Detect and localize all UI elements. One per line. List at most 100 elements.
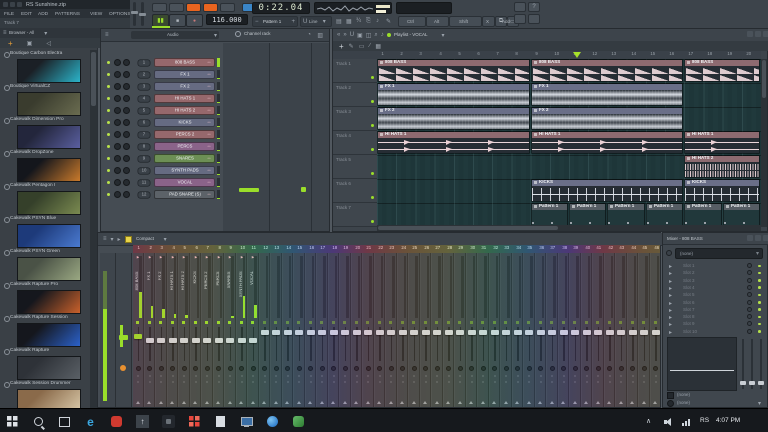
mixer-strip[interactable]: [432, 253, 443, 407]
strip-collapse-icon[interactable]: [216, 401, 220, 404]
channel-led[interactable]: [107, 61, 110, 64]
plugin-thumbnail[interactable]: [17, 92, 81, 116]
volume-knob[interactable]: [123, 95, 130, 102]
pan-knob[interactable]: [412, 366, 417, 371]
slot-enable-led[interactable]: [758, 316, 761, 319]
fx-slot[interactable]: ▸Slot 6: [663, 300, 767, 307]
pan-knob[interactable]: [262, 366, 267, 371]
fader-handle[interactable]: [387, 330, 395, 335]
fader-handle[interactable]: [157, 338, 165, 343]
fader-handle[interactable]: [594, 330, 602, 335]
fader-handle[interactable]: [261, 330, 269, 335]
strip-collapse-icon[interactable]: [435, 401, 439, 404]
playlist-clip[interactable]: HI HATS 1: [377, 131, 530, 154]
eq-band2-fader[interactable]: [751, 339, 753, 389]
strip-enable-led[interactable]: [539, 321, 542, 324]
playlist-hscrollbar[interactable]: [377, 225, 761, 231]
mixer-strip[interactable]: [352, 253, 363, 407]
mix-level-knob[interactable]: [666, 250, 672, 256]
mixer-strip[interactable]: [478, 253, 489, 407]
pan-knob[interactable]: [423, 366, 428, 371]
slot-mix-knob[interactable]: [747, 292, 752, 297]
pan-knob[interactable]: [205, 366, 210, 371]
slot-label[interactable]: Slot 8: [683, 315, 695, 320]
fader-handle[interactable]: [560, 330, 568, 335]
browser-item[interactable]: Boutique VirtualCZ: [0, 83, 90, 116]
browser-item-label[interactable]: Cakewalk Session Drummer: [10, 381, 71, 387]
start-icon[interactable]: [6, 415, 19, 428]
mixer-menu-icon[interactable]: ≡: [103, 236, 107, 242]
strip-enable-led[interactable]: [527, 321, 530, 324]
browser-title[interactable]: Browser - All: [9, 31, 34, 36]
slot-enable-led[interactable]: [758, 308, 761, 311]
pan-knob[interactable]: [170, 366, 175, 371]
slot-label[interactable]: Slot 5: [683, 293, 695, 298]
channel-button[interactable]: FX 2↔: [154, 82, 215, 91]
slot-mix-knob[interactable]: [747, 307, 752, 312]
playlist-clip[interactable]: 808 BASS: [377, 59, 530, 82]
plugin-thumbnail[interactable]: [17, 257, 81, 281]
fader-handle[interactable]: [640, 330, 648, 335]
browser-item[interactable]: Cakewalk PSYN Blue: [0, 215, 90, 248]
channel-number[interactable]: 2: [138, 71, 151, 78]
pan-knob[interactable]: [136, 366, 141, 371]
strip-collapse-icon[interactable]: [308, 401, 312, 404]
mixer-route-icon[interactable]: ▸: [118, 236, 121, 243]
slot-enable-led[interactable]: [758, 323, 761, 326]
channel-led[interactable]: [107, 193, 110, 196]
strip-enable-led[interactable]: [297, 321, 300, 324]
slide-icon[interactable]: ▣: [357, 32, 363, 39]
playlist-grid[interactable]: 808 BASS808 BASS808 BASSFX 1FX 1FX 2FX 2…: [377, 59, 761, 227]
track-header[interactable]: Track 5: [333, 155, 377, 179]
pan-knob[interactable]: [481, 366, 486, 371]
tool-icon-2[interactable]: ¾: [356, 18, 361, 24]
strip-enable-led[interactable]: [355, 321, 358, 324]
strip-enable-led[interactable]: [504, 321, 507, 324]
playlist-clip[interactable]: Pattern 1: [607, 203, 644, 226]
eq-band3-fader[interactable]: [760, 339, 762, 389]
playlist-title[interactable]: Playlist - VOCAL: [394, 33, 428, 38]
channel-button[interactable]: PAD SNARE (S)↔: [154, 190, 215, 199]
monitor-icon[interactable]: [240, 415, 253, 428]
slot-mix-knob[interactable]: [747, 300, 752, 305]
pan-knob[interactable]: [320, 366, 325, 371]
mixer-strip[interactable]: [524, 253, 535, 407]
strip-collapse-icon[interactable]: [285, 401, 289, 404]
slot-label[interactable]: Slot 2: [683, 271, 695, 276]
fx-slot[interactable]: ▸Slot 9: [663, 321, 767, 328]
mixer-strip[interactable]: ▸KICKS: [191, 253, 202, 407]
mixer-strip[interactable]: [639, 253, 650, 407]
mixer-strip[interactable]: [386, 253, 397, 407]
pan-knob[interactable]: [377, 366, 382, 371]
track-led[interactable]: [371, 148, 374, 151]
magnet-icon[interactable]: U: [350, 32, 354, 38]
strip-collapse-icon[interactable]: [170, 401, 174, 404]
strip-enable-led[interactable]: [366, 321, 369, 324]
playlist-clip[interactable]: Pattern 1: [723, 203, 760, 226]
step-sequencer-area[interactable]: [223, 43, 329, 231]
plugin-thumbnail[interactable]: [17, 323, 81, 347]
mixer-strip[interactable]: ▸PERCS 2: [202, 253, 213, 407]
slot-label[interactable]: Slot 1: [683, 264, 695, 269]
fader-handle[interactable]: [353, 330, 361, 335]
fader-handle[interactable]: [629, 330, 637, 335]
mixer-strip[interactable]: [547, 253, 558, 407]
mixer-strip[interactable]: ▸808 BASS: [133, 253, 144, 407]
strip-collapse-icon[interactable]: [182, 401, 186, 404]
track-header[interactable]: Track 6: [333, 179, 377, 203]
fader-handle[interactable]: [617, 330, 625, 335]
strip-enable-led[interactable]: [171, 321, 174, 324]
strip-enable-led[interactable]: [217, 321, 220, 324]
strip-collapse-icon[interactable]: [492, 401, 496, 404]
playlist-clip[interactable]: 808 BASS: [531, 59, 684, 82]
strip-collapse-icon[interactable]: [274, 401, 278, 404]
mixer-strip[interactable]: [409, 253, 420, 407]
stop-button[interactable]: ■: [169, 14, 186, 27]
channel-number[interactable]: 3: [138, 83, 151, 90]
strip-collapse-icon[interactable]: [320, 401, 324, 404]
strip-collapse-icon[interactable]: [251, 401, 255, 404]
browser-item-label[interactable]: Boutique VirtualCZ: [10, 84, 50, 90]
pan-knob[interactable]: [182, 366, 187, 371]
fader-handle[interactable]: [606, 330, 614, 335]
menu-item-edit[interactable]: EDIT: [21, 11, 32, 16]
